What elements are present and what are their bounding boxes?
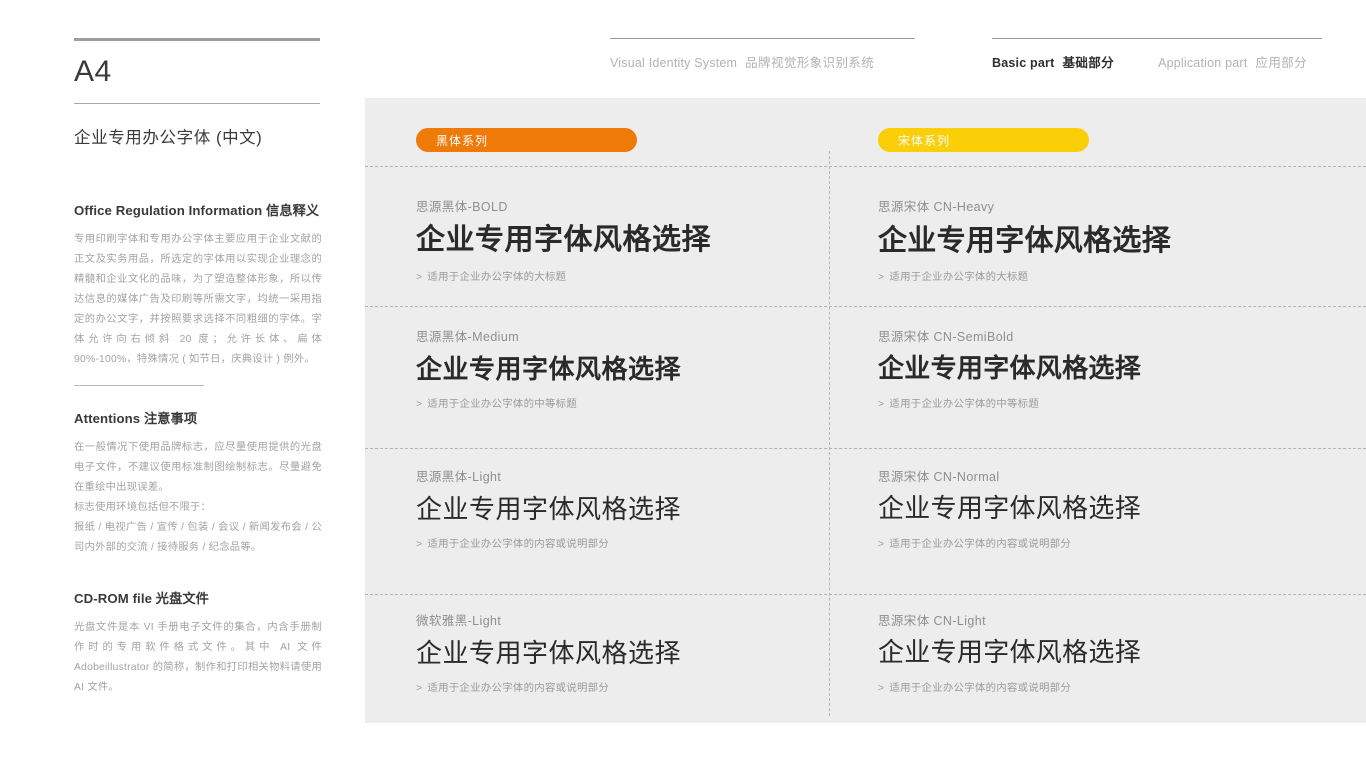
header-item-label-en: Application part: [1158, 56, 1248, 70]
specimen-font-name: 思源宋体 CN-Heavy: [878, 200, 995, 214]
specimen-cell[interactable]: 思源宋体 CN-Heavy 企业专用字体风格选择 > 适用于企业办公字体的大标题: [878, 196, 1308, 283]
chevron-right-icon: >: [416, 271, 423, 283]
sidebar-section-heading-cn: 光盘文件: [155, 591, 209, 607]
sidebar-section-heading-en: Attentions: [74, 410, 141, 426]
header-item-label-cn: 品牌视觉形象识别系统: [745, 56, 875, 70]
sidebar-paragraph: 标志使用环境包括但不限于：: [74, 501, 212, 513]
specimen-font-name: 思源宋体 CN-SemiBold: [878, 330, 1014, 344]
specimen-cell[interactable]: 思源黑体-BOLD 企业专用字体风格选择 > 适用于企业办公字体的大标题: [416, 196, 846, 283]
header-item-label-cn: 基础部分: [1062, 56, 1115, 70]
specimen-sample-text: 企业专用字体风格选择: [416, 494, 682, 524]
sidebar-section-attentions: Attentions 注意事项 在一般情况下使用品牌标志，应尽量使用提供的光盘电…: [74, 384, 322, 558]
sidebar-section-heading: Attentions 注意事项: [74, 408, 322, 427]
sidebar-section-divider: [74, 384, 204, 386]
header-item-visual-identity-system[interactable]: Visual Identity System 品牌视觉形象识别系统: [610, 52, 874, 71]
specimen-caption-text: 适用于企业办公字体的内容或说明部分: [889, 682, 1072, 694]
header-item-basic-part[interactable]: Basic part 基础部分: [992, 52, 1114, 71]
specimen-caption: > 适用于企业办公字体的中等标题: [878, 395, 1308, 410]
page-title: 企业专用办公字体 (中文): [74, 129, 263, 147]
sidebar-paragraph: 报纸 / 电视广告 / 宣传 / 包装 / 会议 / 新闻发布会 / 公司内外部…: [74, 521, 322, 553]
font-specimen-panel: 黑体系列 宋体系列 思源黑体-BOLD 企业专用字体风格选择 > 适用于企业办公字…: [365, 98, 1366, 723]
chevron-right-icon: >: [416, 682, 423, 694]
header-item-label-cn: 应用部分: [1255, 56, 1308, 70]
specimen-caption-text: 适用于企业办公字体的内容或说明部分: [427, 682, 610, 694]
specimen-caption-text: 适用于企业办公字体的中等标题: [889, 398, 1040, 410]
specimen-caption: > 适用于企业办公字体的大标题: [878, 268, 1308, 283]
specimen-font-name: 思源宋体 CN-Light: [878, 614, 986, 628]
header-nav-right: Basic part 基础部分 Application part 应用部分: [992, 38, 1322, 71]
specimen-caption-text: 适用于企业办公字体的大标题: [427, 271, 567, 283]
chevron-right-icon: >: [416, 398, 423, 410]
specimen-cell[interactable]: 思源黑体-Medium 企业专用字体风格选择 > 适用于企业办公字体的中等标题: [416, 326, 846, 410]
specimen-caption: > 适用于企业办公字体的中等标题: [416, 395, 846, 410]
specimen-grid: 思源黑体-BOLD 企业专用字体风格选择 > 适用于企业办公字体的大标题 思源黑体…: [365, 98, 1366, 723]
specimen-caption: > 适用于企业办公字体的内容或说明部分: [878, 679, 1308, 694]
specimen-sample-text: 企业专用字体风格选择: [878, 638, 1142, 668]
specimen-cell[interactable]: 微软雅黑-Light 企业专用字体风格选择 > 适用于企业办公字体的内容或说明部分: [416, 610, 846, 694]
specimen-sample-text: 企业专用字体风格选择: [416, 354, 682, 384]
sidebar-paragraph: 专用印刷字体和专用办公字体主要应用于企业文献的正文及实务用品，所选定的字体用以实…: [74, 234, 322, 366]
specimen-caption: > 适用于企业办公字体的内容或说明部分: [878, 535, 1308, 550]
specimen-caption: > 适用于企业办公字体的内容或说明部分: [416, 535, 846, 550]
sidebar-paragraph: 在一般情况下使用品牌标志，应尽量使用提供的光盘电子文件，不建议使用标准制图绘制标…: [74, 441, 322, 493]
specimen-sample-text: 企业专用字体风格选择: [878, 354, 1142, 384]
sidebar: A4 企业专用办公字体 (中文) Office Regulation Infor…: [74, 38, 322, 698]
specimen-font-name: 思源黑体-BOLD: [416, 200, 508, 214]
specimen-font-name: 思源宋体 CN-Normal: [878, 470, 1000, 484]
specimen-caption-text: 适用于企业办公字体的中等标题: [427, 398, 578, 410]
specimen-font-name: 思源黑体-Medium: [416, 330, 520, 344]
specimen-font-name: 微软雅黑-Light: [416, 614, 502, 628]
header-item-application-part[interactable]: Application part 应用部分: [1158, 52, 1307, 71]
sidebar-section-heading-cn: 注意事项: [143, 410, 198, 426]
specimen-sample-text: 企业专用字体风格选择: [416, 224, 712, 256]
chevron-right-icon: >: [878, 271, 885, 283]
sidebar-section-heading-cn: 信息释义: [266, 203, 320, 218]
specimen-cell[interactable]: 思源宋体 CN-SemiBold 企业专用字体风格选择 > 适用于企业办公字体的中…: [878, 326, 1308, 410]
header-item-label-en: Basic part: [992, 56, 1055, 70]
sidebar-section-heading: CD-ROM file 光盘文件: [74, 588, 322, 607]
specimen-font-name: 思源黑体-Light: [416, 470, 502, 484]
specimen-sample-text: 企业专用字体风格选择: [878, 494, 1142, 524]
page-code: A4: [74, 55, 112, 88]
specimen-caption-text: 适用于企业办公字体的内容或说明部分: [427, 538, 610, 550]
specimen-cell[interactable]: 思源黑体-Light 企业专用字体风格选择 > 适用于企业办公字体的内容或说明部分: [416, 466, 846, 550]
specimen-caption-text: 适用于企业办公字体的大标题: [889, 271, 1029, 283]
chevron-right-icon: >: [416, 538, 423, 550]
sidebar-section-heading-en: Office Regulation Information: [74, 203, 263, 218]
sidebar-section-office-regulation: Office Regulation Information 信息释义 专用印刷字…: [74, 200, 322, 371]
header-item-label-en: Visual Identity System: [610, 56, 738, 70]
header-nav-left: Visual Identity System 品牌视觉形象识别系统: [610, 38, 915, 71]
sidebar-section-body: 光盘文件是本 VI 手册电子文件的集合，内含手册制作时的专用软件格式文件。其中 …: [74, 618, 322, 698]
sidebar-section-body: 在一般情况下使用品牌标志，应尽量使用提供的光盘电子文件，不建议使用标准制图绘制标…: [74, 438, 322, 558]
specimen-sample-text: 企业专用字体风格选择: [878, 223, 1172, 257]
chevron-right-icon: >: [878, 538, 885, 550]
specimen-cell[interactable]: 思源宋体 CN-Normal 企业专用字体风格选择 > 适用于企业办公字体的内容或…: [878, 466, 1308, 550]
chevron-right-icon: >: [878, 682, 885, 694]
sidebar-section-body: 专用印刷字体和专用办公字体主要应用于企业文献的正文及实务用品，所选定的字体用以实…: [74, 230, 322, 371]
specimen-caption-text: 适用于企业办公字体的内容或说明部分: [889, 538, 1072, 550]
specimen-caption: > 适用于企业办公字体的内容或说明部分: [416, 679, 846, 694]
sidebar-section-cdrom-file: CD-ROM file 光盘文件 光盘文件是本 VI 手册电子文件的集合，内含手…: [74, 588, 322, 698]
specimen-cell[interactable]: 思源宋体 CN-Light 企业专用字体风格选择 > 适用于企业办公字体的内容或说…: [878, 610, 1308, 694]
chevron-right-icon: >: [878, 398, 885, 410]
sidebar-section-heading: Office Regulation Information 信息释义: [74, 200, 322, 219]
specimen-sample-text: 企业专用字体风格选择: [416, 638, 682, 668]
specimen-caption: > 适用于企业办公字体的大标题: [416, 268, 846, 283]
sidebar-paragraph: 光盘文件是本 VI 手册电子文件的集合，内含手册制作时的专用软件格式文件。其中 …: [74, 622, 322, 694]
sidebar-section-heading-en: CD-ROM file: [74, 591, 153, 607]
